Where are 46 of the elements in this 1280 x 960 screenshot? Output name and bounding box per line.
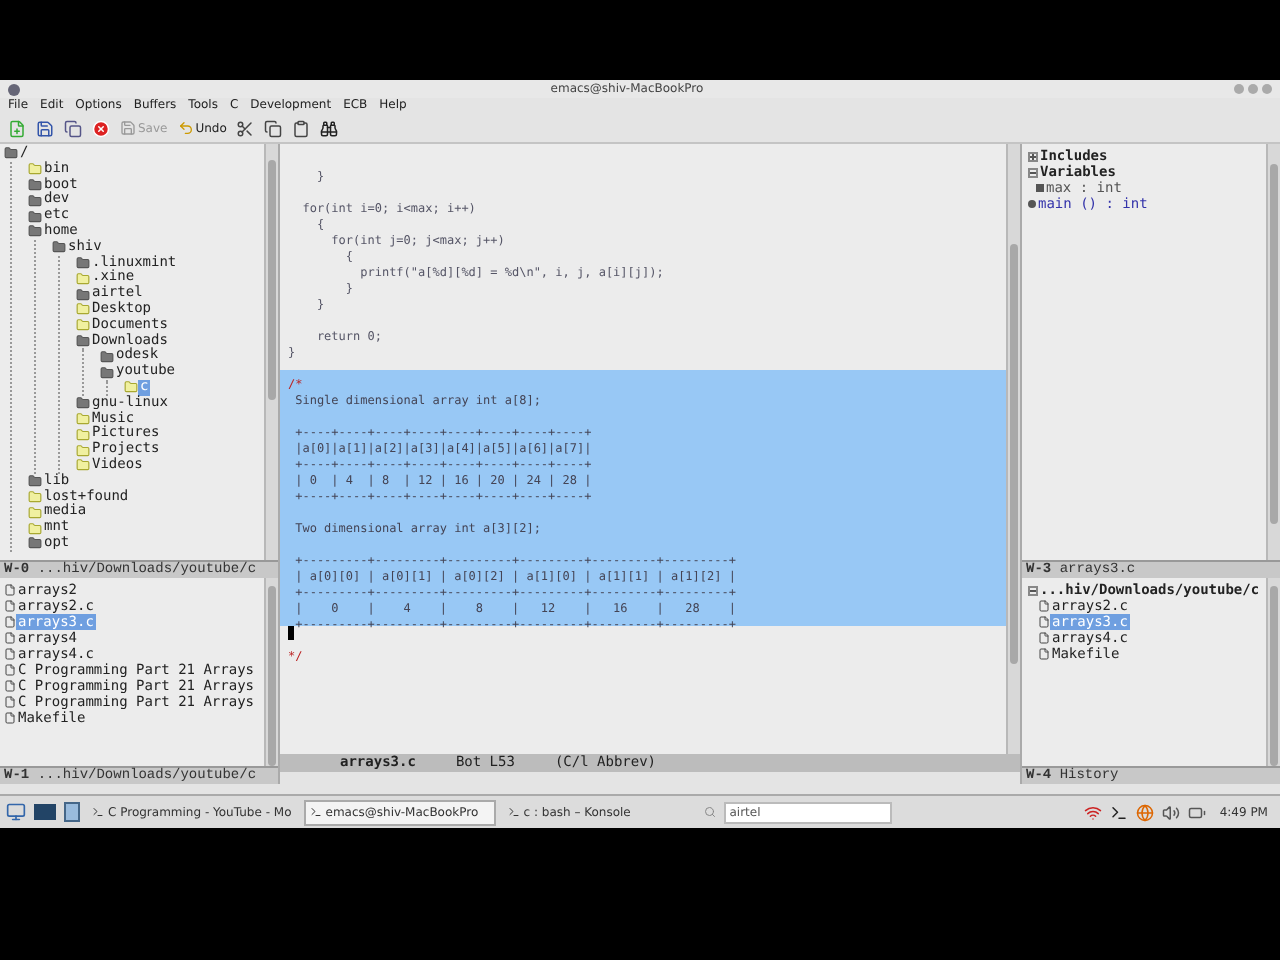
new-file-icon[interactable] (8, 119, 26, 137)
pages-icon[interactable] (64, 119, 82, 137)
file-icon (4, 680, 16, 692)
terminal-icon[interactable] (1109, 803, 1128, 821)
save-icon[interactable] (36, 119, 54, 137)
text-cursor (288, 626, 294, 640)
file-icon (4, 616, 16, 628)
window-icon (309, 806, 322, 818)
window-icon (92, 806, 104, 818)
variable-icon (1036, 184, 1044, 192)
scrollbar[interactable] (1266, 578, 1280, 766)
paste-icon[interactable] (292, 119, 311, 137)
browser-icon[interactable] (1135, 803, 1154, 821)
file-icon (4, 632, 16, 644)
file-icon (4, 664, 16, 676)
file-icon (4, 584, 16, 596)
window-icon (507, 806, 520, 818)
function-icon (1028, 200, 1036, 208)
save-icon (120, 120, 136, 136)
menu-icon[interactable] (6, 802, 26, 822)
scrollbar[interactable] (1266, 144, 1280, 560)
close-icon[interactable] (92, 119, 110, 137)
scrollbar[interactable] (264, 144, 278, 560)
file-icon (4, 712, 16, 724)
copy-icon[interactable] (264, 119, 283, 137)
expander-icon[interactable] (1028, 167, 1038, 177)
file-icon (4, 600, 16, 612)
expander-icon[interactable] (1028, 585, 1038, 595)
scrollbar[interactable] (264, 578, 278, 766)
file-icon (1038, 648, 1050, 660)
file-icon (1038, 600, 1050, 612)
expander-icon[interactable] (1028, 151, 1038, 161)
scrollbar[interactable] (1006, 144, 1020, 754)
undo-icon (177, 120, 194, 136)
battery-icon[interactable] (1187, 803, 1206, 821)
network-icon[interactable] (1083, 803, 1102, 821)
file-icon (4, 648, 16, 660)
pager-icon[interactable] (64, 802, 80, 822)
file-icon (1038, 632, 1050, 644)
binoculars-icon[interactable] (320, 119, 339, 137)
file-icon (4, 696, 16, 708)
volume-icon[interactable] (1161, 803, 1180, 821)
scissors-icon[interactable] (236, 119, 255, 137)
search-icon (703, 806, 716, 818)
window-menu-icon[interactable] (8, 83, 20, 95)
file-icon (1038, 616, 1050, 628)
